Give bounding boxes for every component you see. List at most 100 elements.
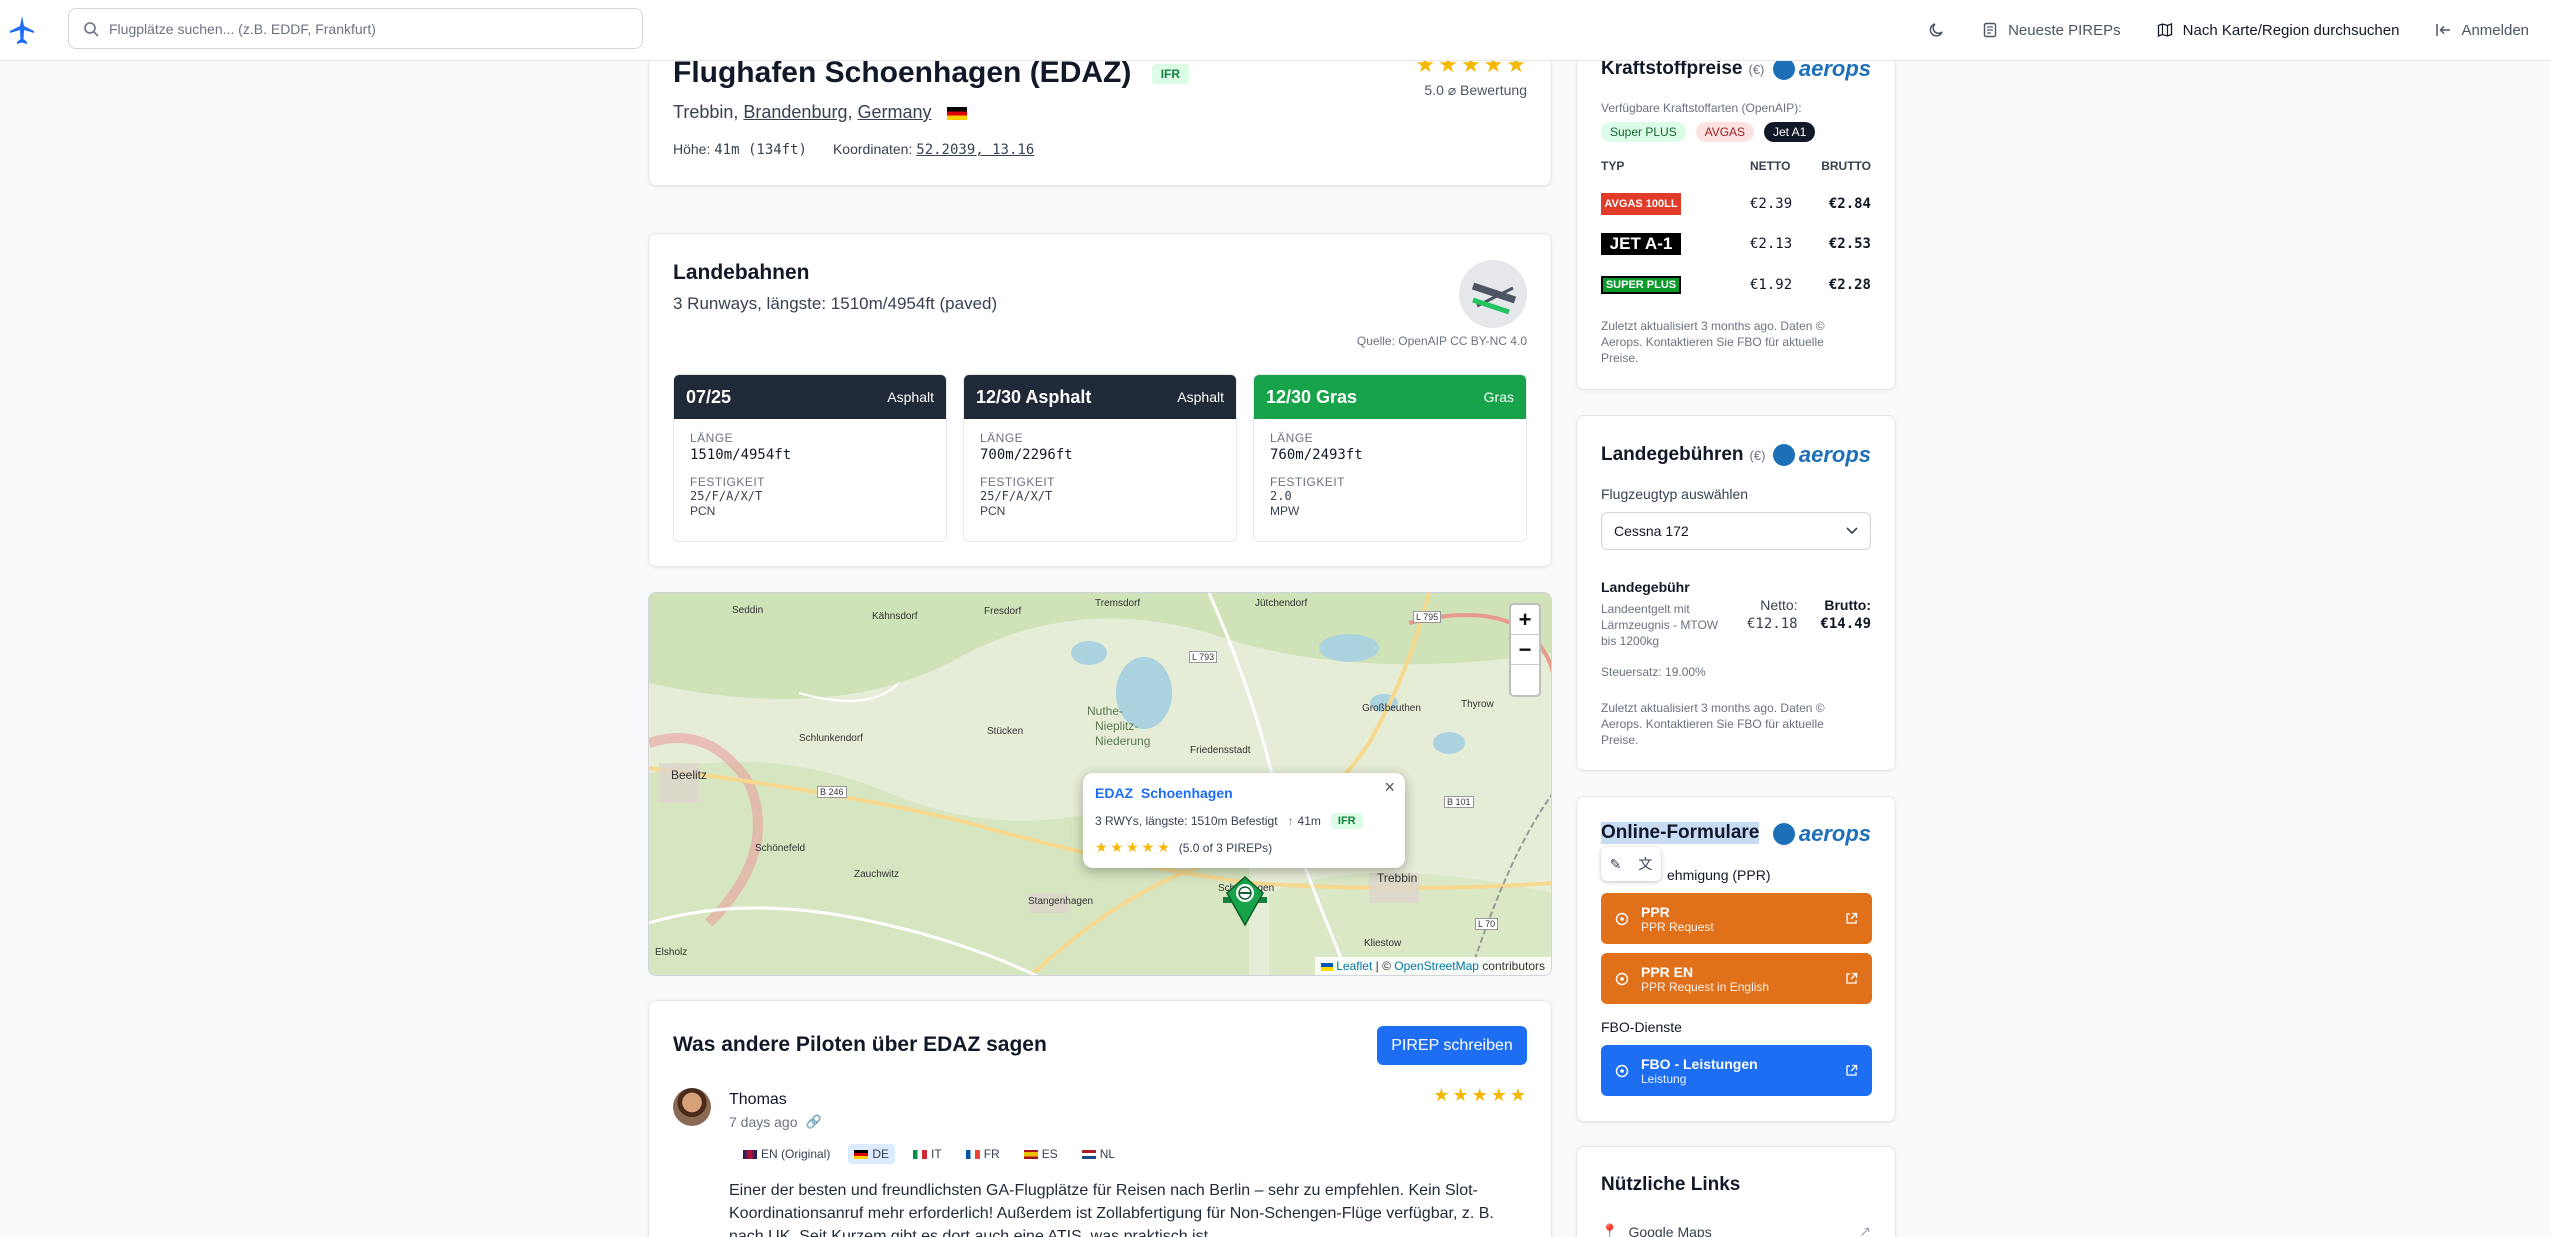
form-btn-title: FBO - Leistungen [1641,1055,1758,1072]
popup-icao[interactable]: EDAZ [1095,785,1133,801]
map-label: Schlunkendorf [799,733,863,744]
map-label: Niederung [1095,734,1151,748]
length-label: Länge [980,431,1024,445]
aerops-brand: aerops [1798,442,1871,467]
nav-map-search[interactable]: Nach Karte/Region durchsuchen [2157,22,2399,39]
lang-nl[interactable]: NL [1076,1144,1121,1164]
ppr-en-request-button[interactable]: PPR EN PPR Request in English [1601,953,1872,1004]
aircraft-type-select[interactable]: Cessna 172 [1601,512,1871,550]
popup-title: EDAZ Schoenhagen [1095,785,1393,801]
fee-net-value: €12.18 [1747,616,1798,632]
runway-length: 700m/2296ft [980,447,1073,463]
document-icon [1983,22,1997,38]
aircraft-select-value: Cessna 172 [1614,523,1689,539]
lang-fr[interactable]: FR [960,1144,1006,1164]
translate-icon[interactable]: 文 [1638,854,1652,874]
nav-latest-pireps-label: Neueste PIREPs [2008,21,2121,39]
map-label: Stücken [987,726,1024,737]
airport-map[interactable]: Seddin Kähnsdorf Fresdorf Tremsdorf Jütc… [648,592,1552,976]
jet-a1-logo: JET A-1 [1601,233,1681,255]
length-label: Länge [690,431,734,445]
popup-elevation: 41m [1297,814,1321,828]
runway-card-1230-asphalt[interactable]: 12/30 Asphalt Asphalt Länge 700m/2296ft … [963,374,1237,542]
ppr-request-button[interactable]: PPR PPR Request [1601,893,1872,944]
col-net: NETTO [1750,159,1791,173]
fuel-available-label: Verfügbare Kraftstoffarten (OpenAIP): [1601,101,1802,115]
selection-toolbar: ✎ 文 [1601,847,1661,881]
runway-surface: Asphalt [1177,389,1224,405]
links-title: Nützliche Links [1601,1174,1741,1195]
aerops-logo[interactable]: aerops [1772,821,1871,847]
write-pirep-button[interactable]: PIREP schreiben [1377,1026,1527,1065]
airport-state-link[interactable]: Brandenburg [743,102,847,122]
fuel-currency: (€) [1748,62,1765,77]
popup-close-button[interactable]: × [1384,777,1395,798]
leaflet-link[interactable]: Leaflet [1336,959,1372,973]
dark-mode-toggle[interactable] [1928,21,1946,39]
runway-length: 760m/2493ft [1270,447,1363,463]
fuel-gross: €2.28 [1828,277,1871,293]
runway-surface: Asphalt [887,389,934,405]
lang-es[interactable]: ES [1018,1144,1064,1164]
ppr-section-label: ehmigung (PPR) [1667,867,1771,883]
lang-en[interactable]: EN (Original) [737,1144,836,1164]
lang-de[interactable]: DE [848,1144,896,1164]
runway-length: 1510m/4954ft [690,447,792,463]
fuel-chip: Super PLUS [1601,122,1686,142]
elevation-label: Höhe: [673,141,711,157]
arrow-up-icon: ↑ [1287,814,1294,828]
germany-flag-icon [946,106,967,120]
popup-ifr-badge: IFR [1330,813,1363,829]
runway-strength: 2.0 [1270,489,1292,503]
link-icon[interactable]: 🔗 [806,1114,822,1130]
map-label: Kähnsdorf [872,611,918,622]
link-label: Google Maps [1628,1223,1712,1237]
coords-link[interactable]: 52.2039, 13.16 [916,142,1034,158]
runway-card-1230-gras[interactable]: 12/30 Gras Gras Länge 760m/2493ft Festig… [1253,374,1527,542]
fee-gross: Brutto: €14.49 [1820,597,1871,632]
fuel-chips: Super PLUS AVGAS Jet A1 [1601,122,1821,142]
map-icon [2157,23,2172,37]
useful-links-card: Nützliche Links 📍 Google Maps ↗ [1576,1146,1896,1237]
elevation-value: 41m (134ft) [714,142,807,158]
airport-marker-icon[interactable] [1219,873,1271,929]
airport-country-link[interactable]: Germany [858,102,932,122]
map-label: L 793 [1189,651,1218,663]
popup-name[interactable]: Schoenhagen [1141,785,1233,801]
lang-it[interactable]: IT [907,1144,948,1164]
search-input[interactable] [109,20,642,37]
link-google-maps[interactable]: 📍 Google Maps ↗ [1601,1223,1871,1237]
osm-link[interactable]: OpenStreetMap [1394,959,1479,973]
external-link-icon [1846,972,1858,984]
map-label: L 795 [1413,611,1442,623]
strength-label: Festigkeit [690,475,766,489]
fuel-prices-card: Kraftstoffpreise (€) aerops Verfügbare K… [1576,46,1896,390]
fbo-services-button[interactable]: FBO - Leistungen Leistung [1601,1045,1872,1096]
map-label: Kliestow [1364,938,1402,949]
runway-strength-unit: PCN [980,504,1006,518]
nav-latest-pireps[interactable]: Neueste PIREPs [1982,22,2121,39]
nav-login[interactable]: Anmelden [2435,22,2529,39]
circle-check-icon [1615,972,1629,985]
aerops-circle-icon [1772,823,1795,845]
map-label: Nuthe- [1087,704,1124,718]
pirep-author: Thomas [729,1091,787,1108]
aerops-logo[interactable]: aerops [1772,442,1871,468]
runway-strength: 25/F/A/X/T [980,489,1053,503]
runway-diagram-icon [1459,260,1527,328]
uk-flag-icon [743,1149,757,1159]
map-label: Nieplitz- [1095,719,1139,733]
zoom-in-button[interactable]: + [1511,605,1539,635]
zoom-out-button[interactable]: − [1511,635,1539,665]
runway-card-0725[interactable]: 07/25 Asphalt Länge 1510m/4954ft Festigk… [673,374,947,542]
map-label: Stangenhagen [1028,896,1094,907]
fees-title-row: Landegebühren (€) [1601,444,1765,466]
netherlands-flag-icon [1081,1149,1096,1159]
fee-net: Netto: €12.18 [1747,597,1798,632]
fee-label: Landegebühr [1601,579,1690,595]
search-bar[interactable] [68,8,643,49]
strength-label: Festigkeit [1270,475,1346,489]
airplane-logo-icon[interactable] [8,14,36,46]
avgas-logo: AVGAS 100LL [1601,193,1681,215]
magic-wand-icon[interactable]: ✎ [1610,856,1622,873]
